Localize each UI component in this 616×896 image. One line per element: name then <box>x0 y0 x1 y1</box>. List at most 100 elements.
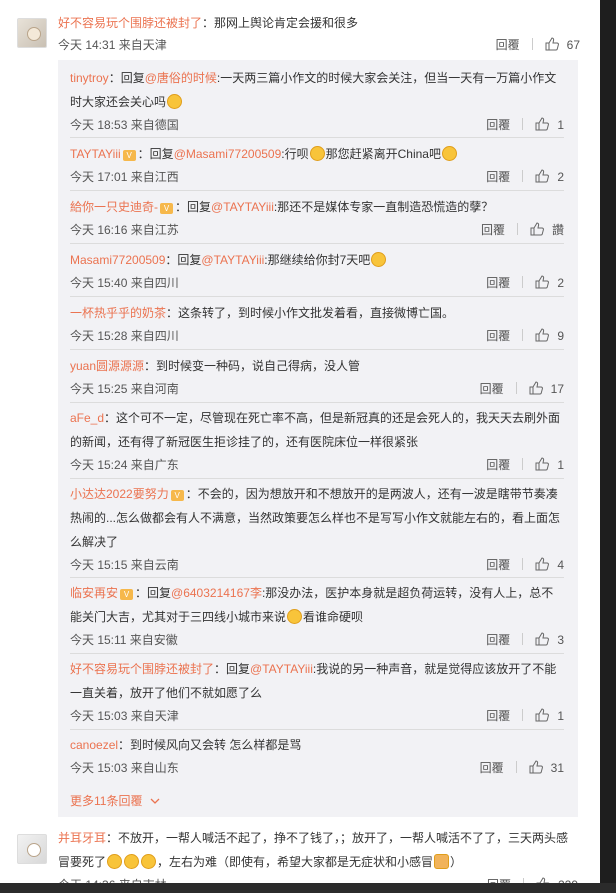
wink-emoji-icon <box>371 252 387 267</box>
thumbs-up-icon <box>535 275 550 289</box>
reply-timestamp: 今天 15:03 来自山东 <box>70 761 179 775</box>
reply-timestamp: 今天 18:53 来自德国 <box>70 118 179 132</box>
reply-timestamp: 今天 15:25 来自河南 <box>70 382 179 396</box>
reply-username[interactable]: 临安再安 <box>70 586 118 600</box>
divider <box>70 296 564 297</box>
comment-text: ：那网上舆论肯定会援和很多 <box>202 16 359 30</box>
reply-item: TAYTAYiii V ：回复@Masami77200509:行呗 那您赶紧离开Chi… <box>70 142 564 188</box>
like-button[interactable]: 讚 <box>530 219 564 241</box>
thumbs-up-icon <box>545 37 559 51</box>
like-count: 2 <box>557 276 564 290</box>
reply-text: :那继续给你封7天吧 <box>264 253 371 267</box>
reply-timestamp: 今天 15:24 来自广东 <box>70 458 179 472</box>
thumbs-up-icon <box>529 381 543 395</box>
mention-link[interactable]: @Masami77200509 <box>174 147 282 161</box>
reply-text: ：到时候风向又会转 怎么样都是骂 <box>118 738 302 752</box>
reply-item: aFe_d：这个可不一定，尽管现在死亡率不高，但是新冠真的还是会死人的，我天天去… <box>70 406 564 476</box>
thumbs-up-icon <box>535 169 550 183</box>
reply-timestamp: 今天 15:40 来自四川 <box>70 276 179 290</box>
comment-username[interactable]: 并耳牙耳 <box>58 831 106 845</box>
reply-text: :行呗 <box>281 147 309 161</box>
like-button[interactable]: 1 <box>535 705 564 727</box>
mention-link[interactable]: @TAYTAYiii <box>250 662 313 676</box>
reply-username[interactable]: TAYTAYiii <box>70 147 121 161</box>
mention-link[interactable]: @TAYTAYiii <box>201 253 264 267</box>
reply-username[interactable]: tinytroy <box>70 71 109 85</box>
thumbs-up-icon <box>535 557 550 571</box>
reply-item: Masami77200509：回复@TAYTAYiii:那继续给你封7天吧 今天… <box>70 248 564 294</box>
comment-feed: 好不容易玩个围脖还被封了：那网上舆论肯定会援和很多 今天 14:31 来自天津 … <box>0 0 600 893</box>
avatar[interactable] <box>17 834 47 864</box>
like-count: 1 <box>557 118 564 132</box>
like-count: 讚 <box>551 223 564 237</box>
thumbs-up-icon <box>535 457 550 471</box>
laugh-cry-emoji-icon <box>167 94 183 109</box>
like-button[interactable]: 2 <box>535 272 564 294</box>
reply-timestamp: 今天 17:01 来自江西 <box>70 170 179 184</box>
mention-link[interactable]: @6403214167李 <box>171 586 262 600</box>
comment-username[interactable]: 好不容易玩个围脖还被封了 <box>58 16 202 30</box>
reply-username[interactable]: 一杯热乎乎的奶茶 <box>70 306 166 320</box>
reply-button[interactable]: 回覆 <box>486 705 510 727</box>
like-count: 31 <box>550 761 564 775</box>
reply-username[interactable]: aFe_d <box>70 411 104 425</box>
like-count: 1 <box>557 458 564 472</box>
reply-username[interactable]: 小达达2022要努力 <box>70 487 169 501</box>
reply-text: ：这条转了，到时候小作文批发着看，直接微博亡国。 <box>166 306 455 320</box>
smile-emoji-icon <box>107 854 123 869</box>
comment-timestamp: 今天 14:31 来自天津 <box>58 38 167 52</box>
reply-text: ：这个可不一定，尽管现在死亡率不高，但是新冠真的还是会死人的，我天天去刷外面的新… <box>70 411 561 449</box>
mention-link[interactable]: @唐俗的时候 <box>145 71 217 85</box>
divider <box>70 349 564 350</box>
like-button[interactable]: 17 <box>529 378 564 400</box>
reply-button[interactable]: 回覆 <box>486 272 510 294</box>
reply-button[interactable]: 回覆 <box>486 166 510 188</box>
reply-button[interactable]: 回覆 <box>480 378 504 400</box>
reply-button[interactable]: 回覆 <box>486 554 510 576</box>
reply-username[interactable]: 給你一只史迪奇- <box>70 200 158 214</box>
reply-username[interactable]: canoezel <box>70 738 118 752</box>
reply-button[interactable]: 回覆 <box>486 454 510 476</box>
like-button[interactable]: 2 <box>535 166 564 188</box>
reply-text: :那还不是媒体专家一直制造恐慌造的孽？ <box>273 200 494 214</box>
divider <box>70 478 564 479</box>
reply-timestamp: 今天 16:16 来自江苏 <box>70 223 179 237</box>
thumbs-up-icon <box>535 632 550 646</box>
like-button[interactable]: 1 <box>535 114 564 136</box>
reply-username[interactable]: yuan圆源源源 <box>70 359 144 373</box>
reply-item: yuan圆源源源：到时候变一种码，说自己得病，没人管 今天 15:25 来自河南… <box>70 354 564 400</box>
like-button[interactable]: 3 <box>535 629 564 651</box>
more-replies-link[interactable]: 更多11条回覆 <box>70 792 160 810</box>
shy-emoji-icon <box>309 146 325 161</box>
comment-actions: 回覆 67 <box>496 34 580 56</box>
like-count: 17 <box>550 382 564 396</box>
smile-emoji-icon <box>124 854 140 869</box>
reply-item: 临安再安 V ：回复@6403214167李:那没办法，医护本身就是超负荷运转，没有… <box>70 581 564 651</box>
like-button[interactable]: 1 <box>535 454 564 476</box>
avatar[interactable] <box>17 18 47 48</box>
reply-button[interactable]: 回覆 <box>496 34 520 56</box>
thumbs-up-icon <box>535 117 550 131</box>
divider <box>70 653 564 654</box>
vip-badge-icon: V <box>122 150 136 161</box>
reply-item: tinytroy：回复@唐俗的时候:一天两三篇小作文的时候大家会关注，但当一天有… <box>70 66 564 136</box>
thumbs-up-icon <box>535 328 550 342</box>
reply-button[interactable]: 回覆 <box>480 757 504 779</box>
reply-button[interactable]: 回覆 <box>486 629 510 651</box>
like-count: 9 <box>557 329 564 343</box>
divider <box>70 190 564 191</box>
like-button[interactable]: 9 <box>535 325 564 347</box>
reply-button[interactable]: 回覆 <box>486 325 510 347</box>
reply-button[interactable]: 回覆 <box>481 219 505 241</box>
reply-button[interactable]: 回覆 <box>486 114 510 136</box>
reply-username[interactable]: 好不容易玩个围脖还被封了 <box>70 662 214 676</box>
vip-badge-icon: V <box>170 490 184 501</box>
comment-text-continued: ，左右为难（即使有，希望大家都是无症状和小感冒 <box>157 855 434 869</box>
mention-link[interactable]: @TAYTAYiii <box>211 200 274 214</box>
reply-text-continued: 看谁命硬呗 <box>303 610 364 624</box>
like-button[interactable]: 67 <box>545 34 580 56</box>
like-button[interactable]: 4 <box>535 554 564 576</box>
reply-username[interactable]: Masami77200509 <box>70 253 165 267</box>
like-button[interactable]: 31 <box>529 757 564 779</box>
thumbs-up-icon <box>530 222 544 236</box>
